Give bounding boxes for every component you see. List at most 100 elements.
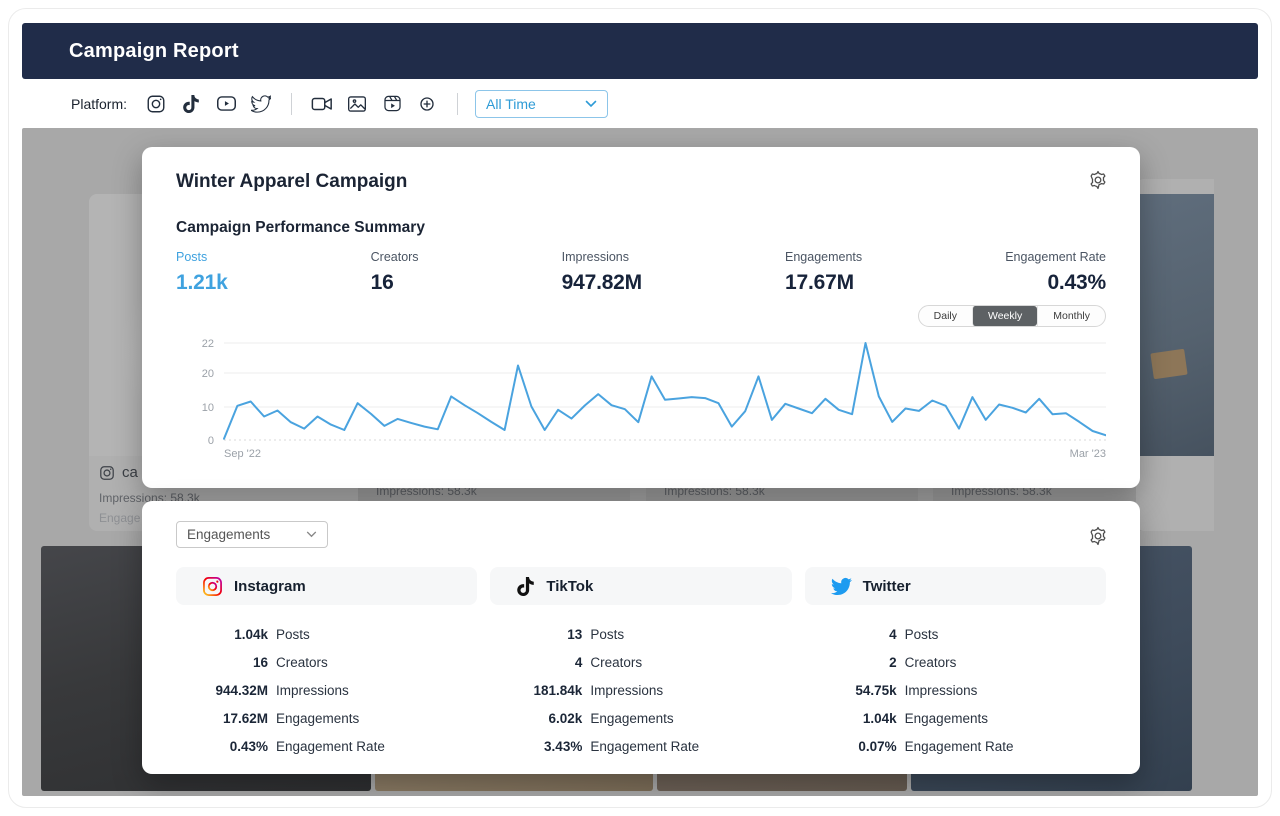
campaign-title: Winter Apparel Campaign <box>176 171 1106 193</box>
platform-stat-row: 944.32MImpressions <box>176 676 477 704</box>
stat-label: Creators <box>905 655 957 670</box>
filter-toolbar: Platform: <box>22 79 1258 128</box>
granularity-weekly[interactable]: Weekly <box>972 306 1037 326</box>
target-filter-button[interactable] <box>414 91 440 117</box>
instagram-icon <box>202 576 223 597</box>
stat-value: 0.07% <box>805 739 897 754</box>
time-range-select[interactable]: All Time <box>475 90 608 118</box>
stat-label: Impressions <box>905 683 978 698</box>
platform-stat-row: 0.07%Engagement Rate <box>805 732 1106 760</box>
stat-posts[interactable]: Posts 1.21k <box>176 250 228 295</box>
platform-column-tiktok: TikTok 13Posts 4 Creators 181.84k Impression… <box>490 567 791 760</box>
stat-label: Impressions <box>590 683 663 698</box>
line-chart-canvas: 2220100Sep '22Mar '23 <box>176 335 1106 465</box>
metric-select-value: Engagements <box>187 527 270 542</box>
stat-value: 4 <box>805 627 897 642</box>
stat-value: 944.32M <box>176 683 268 698</box>
stat-label: Posts <box>276 627 310 642</box>
svg-text:Mar '23: Mar '23 <box>1070 448 1106 460</box>
platform-stat-row: 13Posts <box>490 620 791 648</box>
gear-icon <box>1087 525 1109 547</box>
stat-impressions[interactable]: Impressions 947.82M <box>562 250 642 295</box>
platform-stat-row: 6.02k Engagements <box>490 704 791 732</box>
platform-header-tiktok: TikTok <box>490 567 791 605</box>
platform-name: TikTok <box>546 578 593 595</box>
image-filter-button[interactable] <box>344 91 370 117</box>
toolbar-divider <box>291 93 292 115</box>
stat-value: 4 <box>490 655 582 670</box>
summary-section-title: Campaign Performance Summary <box>176 219 1106 237</box>
stat-value: 3.43% <box>490 739 582 754</box>
stat-label: Engagement Rate <box>590 739 699 754</box>
app-window: Campaign Report Platform: <box>8 8 1272 808</box>
stat-label: Creators <box>590 655 642 670</box>
metric-select[interactable]: Engagements <box>176 521 328 548</box>
time-range-value: All Time <box>486 96 536 112</box>
tiktok-icon <box>516 577 535 596</box>
svg-text:10: 10 <box>202 402 214 414</box>
dimmed-background: ca Impressions: 58.3k Engage Impressions… <box>22 128 1258 796</box>
stat-label: Posts <box>905 627 939 642</box>
platform-stat-row: 0.43%Engagement Rate <box>176 732 477 760</box>
instagram-filter-button[interactable] <box>143 91 169 117</box>
campaign-summary-card: Winter Apparel Campaign Campaign Perform… <box>142 147 1140 488</box>
youtube-filter-button[interactable] <box>213 91 239 117</box>
platform-column-twitter: Twitter 4Posts2Creators54.75kImpressions… <box>805 567 1106 760</box>
tiktok-filter-button[interactable] <box>178 91 204 117</box>
platform-stat-row: 54.75k Impressions <box>805 676 1106 704</box>
platform-stat-row: 4 Creators <box>490 648 791 676</box>
platform-stat-row: 4 Posts <box>805 620 1106 648</box>
reels-icon <box>383 94 402 113</box>
media-type-filter-group <box>309 91 440 117</box>
platform-column-instagram: Instagram 1.04kPosts 16 Creators 944.32MImp… <box>176 567 477 760</box>
stat-value: 16 <box>176 655 268 670</box>
gear-icon <box>1087 169 1109 191</box>
stat-creators[interactable]: Creators 16 <box>371 250 419 295</box>
target-plus-icon <box>417 94 437 114</box>
reels-filter-button[interactable] <box>379 91 405 117</box>
svg-text:0: 0 <box>208 435 214 447</box>
stat-value: 6.02k <box>490 711 582 726</box>
app-header: Campaign Report <box>22 23 1258 79</box>
engagement-trend-chart: 2220100Sep '22Mar '23 <box>176 335 1106 467</box>
summary-settings-button[interactable] <box>1086 169 1110 193</box>
image-icon <box>347 94 367 114</box>
stat-label: Creators <box>276 655 328 670</box>
platform-stat-row: 1.04kPosts <box>176 620 477 648</box>
stat-label: Engagements <box>905 711 988 726</box>
stat-value: 2 <box>805 655 897 670</box>
breakdown-settings-button[interactable] <box>1086 525 1110 549</box>
platform-breakdown-card: Engagements <box>142 501 1140 774</box>
platform-stat-row: 3.43% Engagement Rate <box>490 732 791 760</box>
stat-value: 181.84k <box>490 683 582 698</box>
platform-header-instagram: Instagram <box>176 567 477 605</box>
stat-value: 0.43% <box>176 739 268 754</box>
granularity-daily[interactable]: Daily <box>919 306 972 326</box>
stat-engagement-rate[interactable]: Engagement Rate 0.43% <box>1005 250 1106 295</box>
page-title: Campaign Report <box>69 40 239 63</box>
platform-filter-label: Platform: <box>71 96 127 112</box>
platform-stat-row: 1.04kEngagements <box>805 704 1106 732</box>
stat-value: 54.75k <box>805 683 897 698</box>
stat-engagements[interactable]: Engagements 17.67M <box>785 250 862 295</box>
platform-stat-row: 17.62MEngagements <box>176 704 477 732</box>
twitter-icon <box>831 576 852 597</box>
chevron-down-icon <box>585 100 597 108</box>
instagram-icon <box>99 465 115 481</box>
svg-text:20: 20 <box>202 368 214 380</box>
platform-stats: 4 Posts 2 Creators 54.75k Impressions 1.04kEng… <box>805 620 1106 760</box>
platform-name: Instagram <box>234 578 306 595</box>
denim-patch <box>1150 349 1187 379</box>
platform-stat-row: 2 Creators <box>805 648 1106 676</box>
twitter-filter-button[interactable] <box>248 91 274 117</box>
stat-label: Posts <box>590 627 624 642</box>
twitter-icon <box>251 94 271 114</box>
svg-text:22: 22 <box>202 338 214 350</box>
tiktok-icon <box>182 95 200 113</box>
granularity-monthly[interactable]: Monthly <box>1037 306 1105 326</box>
granularity-toggle: Daily Weekly Monthly <box>918 305 1106 327</box>
video-filter-button[interactable] <box>309 91 335 117</box>
instagram-icon <box>146 94 166 114</box>
summary-stats-row: Posts 1.21k Creators 16 Impressions 947.… <box>176 250 1106 295</box>
stat-label: Engagements <box>590 711 673 726</box>
